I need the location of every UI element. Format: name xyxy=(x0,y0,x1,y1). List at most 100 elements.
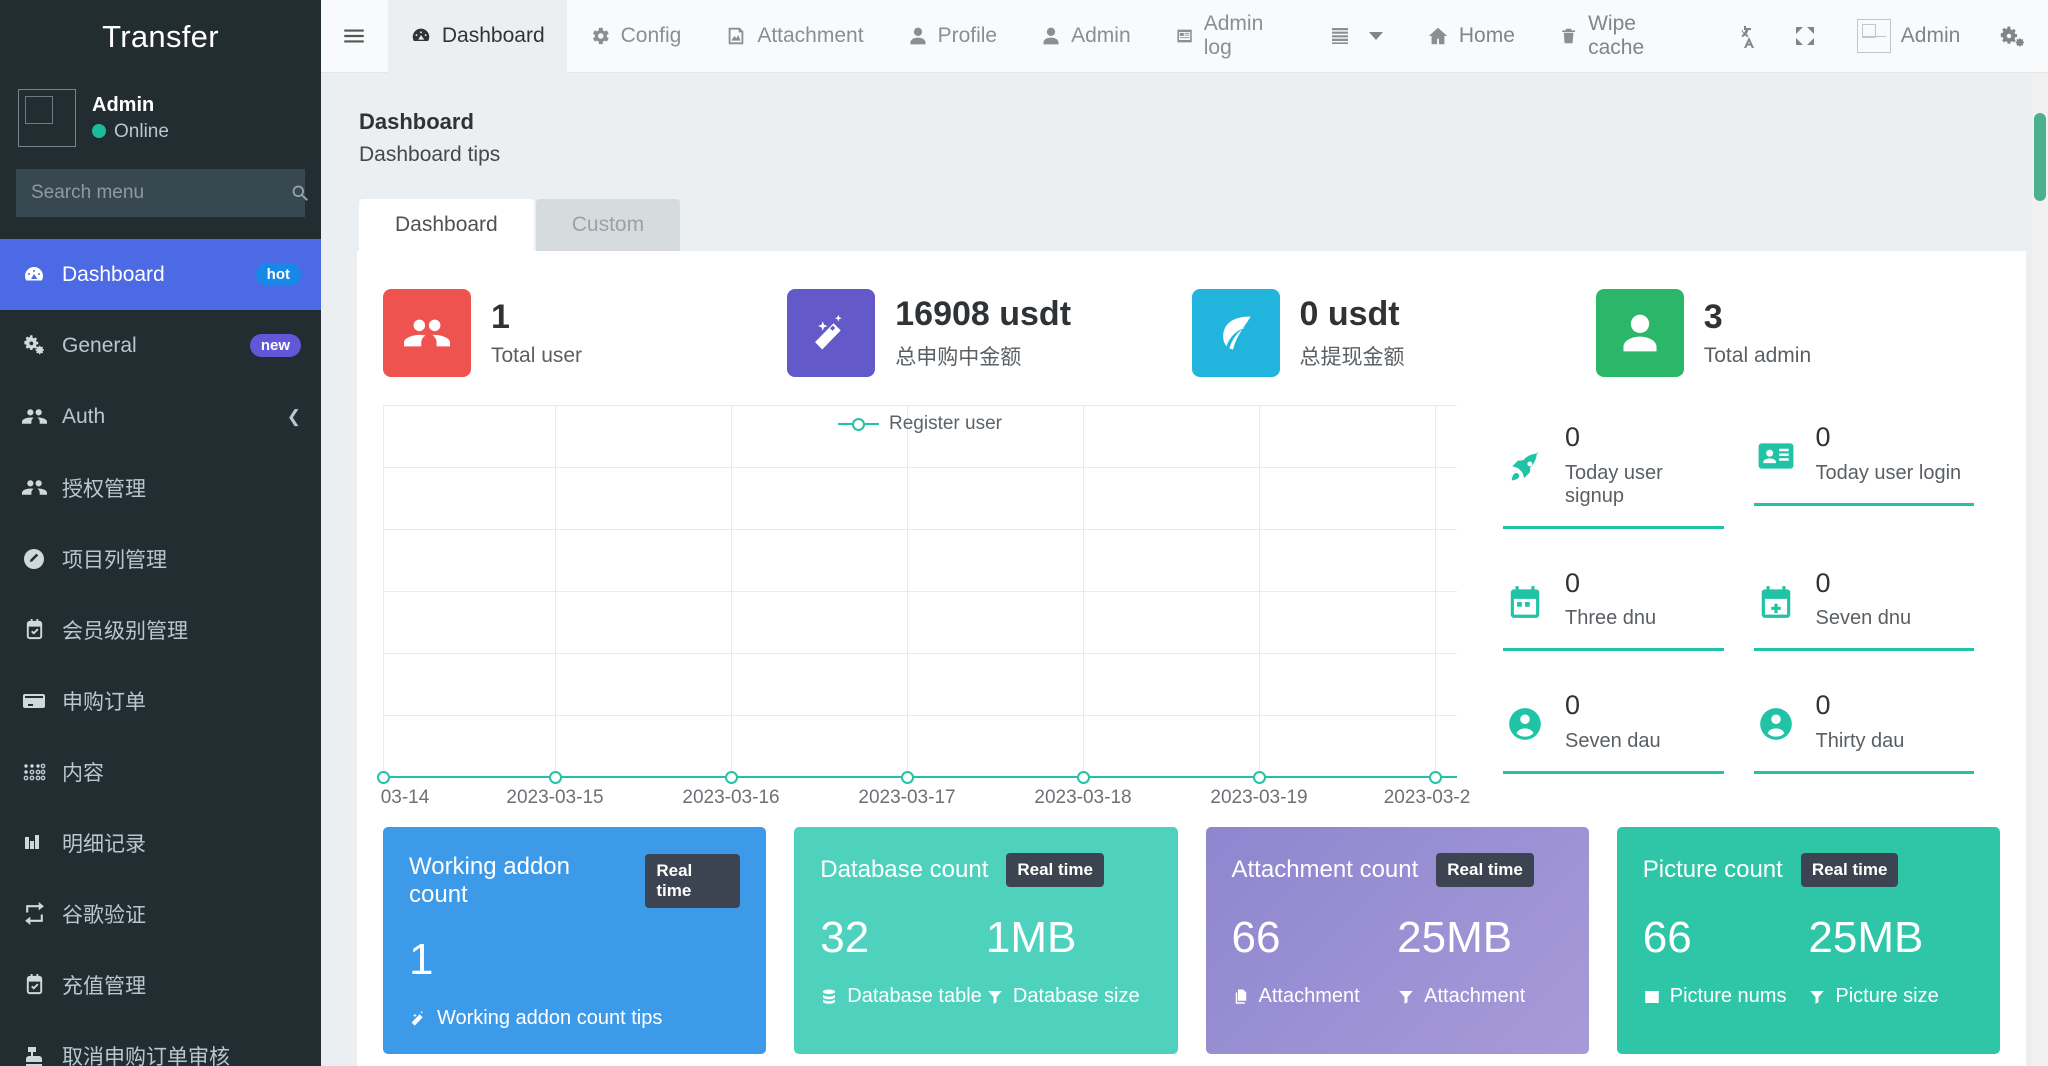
status-badge: Real time xyxy=(1436,853,1534,887)
stat-cards-row: 1 Total user 16908 usdt 总申购中金额 0 usdt 总提… xyxy=(383,279,2000,395)
chart-point[interactable] xyxy=(549,771,562,784)
chart-x-axis-labels: 03-14 2023-03-15 2023-03-16 2023-03-17 2… xyxy=(381,787,1471,817)
main-area: Dashboard Config Attachment Profile Admi… xyxy=(321,0,2048,1066)
top-nav-tabs: Dashboard Config Attachment Profile Admi… xyxy=(387,0,1307,73)
nav-menu-dropdown[interactable] xyxy=(1307,0,1405,73)
stat-label: Total admin xyxy=(1703,343,1812,367)
app-root: Transfer Admin Online Search menu Dashbo… xyxy=(0,0,2048,1066)
stat-card-withdraw-amount: 0 usdt 总提现金额 xyxy=(1191,279,1596,395)
nav-wipe-cache-button[interactable]: Wipe cache xyxy=(1537,0,1716,73)
sidebar-user-panel[interactable]: Admin Online xyxy=(0,73,321,169)
sidebar-item-guge-yanzheng[interactable]: 谷歌验证 xyxy=(0,878,321,949)
chart-point[interactable] xyxy=(725,771,738,784)
language-icon[interactable] xyxy=(1715,0,1775,73)
tab-admin-log[interactable]: Admin log xyxy=(1153,0,1307,73)
info-card-footer-label: Attachment xyxy=(1258,985,1360,1007)
chart-point[interactable] xyxy=(1429,771,1442,784)
tab-attachment[interactable]: Attachment xyxy=(703,0,885,73)
hamburger-icon[interactable] xyxy=(321,0,388,73)
mini-stat-label: Three dnu xyxy=(1565,607,1657,630)
mini-stat-three-dnu: 0 Three dnu xyxy=(1499,551,1750,674)
tab-dashboard[interactable]: Dashboard xyxy=(387,0,567,73)
nav-account-label: Admin xyxy=(1900,24,1961,47)
chart-point[interactable] xyxy=(1077,771,1090,784)
mini-stat-value: 0 xyxy=(1815,422,1831,452)
chart-point[interactable] xyxy=(377,771,390,784)
mini-stat-seven-dau: 0 Seven dau xyxy=(1499,673,1750,796)
sidebar-item-mingxi-jilu[interactable]: 明细记录 xyxy=(0,807,321,878)
avatar xyxy=(18,89,76,147)
mini-stat-label: Seven dau xyxy=(1565,730,1661,753)
tab-custom-panel[interactable]: Custom xyxy=(535,199,681,251)
info-card-footer-label: Picture nums xyxy=(1669,985,1787,1007)
sidebar-item-xiangmulie-guanli[interactable]: 项目列管理 xyxy=(0,523,321,594)
chart-legend[interactable]: Register user xyxy=(838,413,1002,435)
x-tick-label: 2023-03-18 xyxy=(1034,787,1132,808)
sidebar-item-dashboard[interactable]: Dashboard hot xyxy=(0,239,321,310)
stat-card-subscription-amount: 16908 usdt 总申购中金额 xyxy=(787,279,1191,395)
id-card-icon xyxy=(1754,423,1798,485)
tab-config[interactable]: Config xyxy=(567,0,704,73)
sidebar-item-general[interactable]: General new xyxy=(0,310,321,381)
mini-stat-label: Thirty dau xyxy=(1815,730,1905,753)
info-card-title: Attachment count xyxy=(1231,856,1419,883)
page-header: Dashboard Dashboard tips xyxy=(357,103,2026,177)
page-scrollbar[interactable] xyxy=(2032,73,2048,1066)
tab-label: Admin xyxy=(1071,24,1131,47)
sidebar-item-chongzhi-guanli[interactable]: 充值管理 xyxy=(0,949,321,1020)
sidebar-item-shouquan-guanli[interactable]: 授权管理 xyxy=(0,452,321,523)
sidebar-item-label: 明细记录 xyxy=(62,832,146,856)
status-badge: Real time xyxy=(1006,853,1104,887)
fullscreen-icon[interactable] xyxy=(1775,0,1835,73)
tab-profile[interactable]: Profile xyxy=(886,0,1020,73)
sidebar: Transfer Admin Online Search menu Dashbo… xyxy=(0,0,321,1066)
mini-stat-thirty-dau: 0 Thirty dau xyxy=(1750,673,2001,796)
search-icon[interactable] xyxy=(290,169,311,217)
stat-card-total-admin: 3 Total admin xyxy=(1595,279,2000,395)
chart-point[interactable] xyxy=(901,771,914,784)
sidebar-item-neirong[interactable]: 内容 xyxy=(0,736,321,807)
sidebar-item-label: 取消申购订单审核 xyxy=(62,1045,230,1066)
search-input[interactable] xyxy=(17,182,290,204)
sidebar-search xyxy=(0,169,321,217)
tab-admin[interactable]: Admin xyxy=(1019,0,1153,73)
x-tick-label: 2023-03-2 xyxy=(1383,787,1471,808)
nav-account-button[interactable]: Admin xyxy=(1835,0,1983,73)
cogs-icon[interactable] xyxy=(1982,0,2042,73)
sidebar-item-label: 充值管理 xyxy=(62,974,146,998)
calendar-check-icon xyxy=(20,973,48,996)
card-icon xyxy=(20,689,48,713)
status-badge: Real time xyxy=(645,854,741,908)
page-title: Dashboard xyxy=(359,109,474,134)
online-status-label: Online xyxy=(114,120,169,142)
magic-wand-icon xyxy=(787,289,876,377)
sidebar-item-huiyuan-jibie[interactable]: 会员级别管理 xyxy=(0,594,321,665)
register-user-chart: Register user 03-14 2023-03-15 2023-03-1… xyxy=(377,405,1479,808)
sidebar-item-auth[interactable]: Auth ❮ xyxy=(0,381,321,452)
stat-label: 总提现金额 xyxy=(1299,345,1405,369)
retweet-icon xyxy=(20,901,48,926)
content-tabs: Dashboard Custom xyxy=(357,199,2026,251)
chart-point[interactable] xyxy=(1253,771,1266,784)
sidebar-user-status: Online xyxy=(92,119,169,145)
mini-stat-label: Seven dnu xyxy=(1815,607,1912,630)
users-icon xyxy=(20,475,48,500)
info-card-footer: Attachment xyxy=(1397,985,1563,1008)
tab-label: Config xyxy=(620,24,682,47)
info-card-value: 66 xyxy=(1642,913,1692,962)
sidebar-item-shengou-dingdan[interactable]: 申购订单 xyxy=(0,665,321,736)
mini-stat-value: 0 xyxy=(1815,690,1831,721)
tab-dashboard-panel[interactable]: Dashboard xyxy=(359,199,534,251)
dashboard-icon xyxy=(20,263,48,287)
info-card-working-addon-count: Working addon count Real time 1 Working … xyxy=(383,827,767,1054)
broken-image-icon xyxy=(1856,19,1891,53)
nav-home-button[interactable]: Home xyxy=(1405,0,1537,73)
info-card-value: 1 xyxy=(409,935,434,984)
tab-label: Profile xyxy=(937,24,998,47)
scrollbar-thumb[interactable] xyxy=(2034,113,2046,201)
sidebar-item-quxiao-shengou-shenhe[interactable]: 取消申购订单审核 xyxy=(0,1020,321,1066)
mini-stat-seven-dnu: 0 Seven dnu xyxy=(1750,551,2001,674)
sidebar-badge-hot: hot xyxy=(255,263,301,286)
sidebar-item-label: 授权管理 xyxy=(62,477,146,501)
info-card-footer-label: Picture size xyxy=(1835,985,1939,1007)
